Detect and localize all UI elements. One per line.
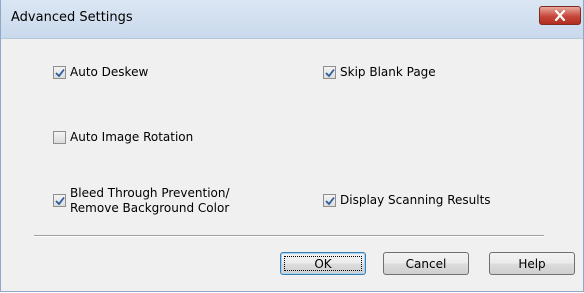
skip-blank-page-option[interactable]: Skip Blank Page <box>323 65 436 80</box>
skip-blank-page-checkbox[interactable] <box>323 66 336 79</box>
checkmark-icon <box>325 68 335 78</box>
close-icon <box>554 10 566 21</box>
skip-blank-page-label: Skip Blank Page <box>340 65 436 79</box>
bleed-through-label: Bleed Through Prevention/ Remove Backgro… <box>70 186 230 215</box>
checkmark-icon <box>55 196 65 206</box>
dialog-title: Advanced Settings <box>11 10 133 25</box>
cancel-button-label: Cancel <box>405 256 447 271</box>
cancel-button[interactable]: Cancel <box>383 252 469 275</box>
auto-deskew-checkbox[interactable] <box>53 66 66 79</box>
advanced-settings-dialog: Advanced Settings Auto Deskew Skip Blank… <box>0 0 584 292</box>
auto-deskew-label: Auto Deskew <box>70 65 149 79</box>
checkmark-icon <box>55 68 65 78</box>
display-scanning-results-option[interactable]: Display Scanning Results <box>323 193 491 208</box>
close-button[interactable] <box>539 6 581 25</box>
auto-image-rotation-option[interactable]: Auto Image Rotation <box>53 130 193 145</box>
display-scanning-results-checkbox[interactable] <box>323 194 336 207</box>
title-bar: Advanced Settings <box>1 0 583 39</box>
help-button[interactable]: Help <box>489 252 575 275</box>
ok-button[interactable]: OK <box>280 252 366 275</box>
help-button-label: Help <box>518 256 546 271</box>
auto-image-rotation-checkbox[interactable] <box>53 131 66 144</box>
checkmark-icon <box>325 196 335 206</box>
separator-line <box>34 235 544 237</box>
display-scanning-results-label: Display Scanning Results <box>340 193 491 207</box>
auto-image-rotation-label: Auto Image Rotation <box>70 130 194 144</box>
auto-deskew-option[interactable]: Auto Deskew <box>53 65 148 80</box>
bleed-through-checkbox[interactable] <box>53 194 66 207</box>
bleed-through-option[interactable]: Bleed Through Prevention/ Remove Backgro… <box>53 186 230 216</box>
dialog-body: Auto Deskew Skip Blank Page Auto Image R… <box>1 39 583 291</box>
focus-rectangle <box>284 256 362 271</box>
